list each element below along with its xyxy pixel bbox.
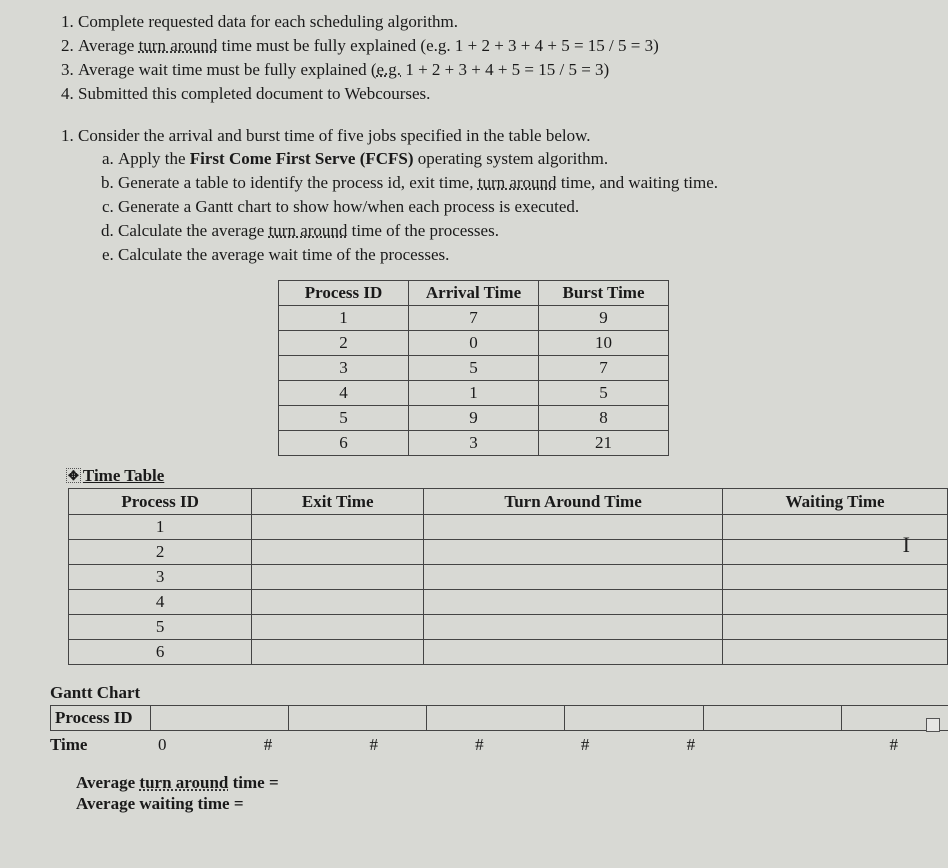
question-sub-item: Generate a Gantt chart to show how/when …: [118, 196, 898, 219]
table-row: 4: [69, 590, 948, 615]
col-header: Waiting Time: [723, 489, 948, 515]
table-header-row: Process ID Arrival Time Burst Time: [279, 281, 669, 306]
avg-turnaround: Average turn around time =: [76, 773, 898, 793]
time-val: #: [264, 735, 370, 755]
question-sub-item: Apply the First Come First Serve (FCFS) …: [118, 148, 898, 171]
time-val: #: [475, 735, 581, 755]
col-header: Arrival Time: [409, 281, 539, 306]
question-item: Consider the arrival and burst time of f…: [78, 126, 898, 267]
gantt-time-label: Time: [50, 735, 158, 755]
gantt-heading: Gantt Chart: [50, 683, 898, 703]
move-icon[interactable]: ✥: [66, 468, 81, 483]
col-header: Exit Time: [252, 489, 424, 515]
col-header: Turn Around Time: [424, 489, 723, 515]
page-content: Complete requested data for each schedul…: [0, 0, 948, 835]
resize-handle-icon[interactable]: [926, 718, 940, 732]
gantt-time-values: 0 # # # # # #: [158, 735, 898, 755]
instruction-item: Complete requested data for each schedul…: [78, 11, 898, 34]
time-val: #: [581, 735, 687, 755]
instruction-item: Submitted this completed document to Web…: [78, 83, 898, 106]
time-val: #: [792, 735, 898, 755]
table-row: 6321: [279, 431, 669, 456]
time-val: #: [687, 735, 793, 755]
time-val: #: [369, 735, 475, 755]
table-row: 3: [69, 565, 948, 590]
table-row: 415: [279, 381, 669, 406]
gantt-pid-row: Process ID: [51, 706, 948, 731]
instruction-item: Average turn around time must be fully e…: [78, 35, 898, 58]
gantt-time-row: Time 0 # # # # # #: [50, 735, 898, 755]
col-header: Process ID: [279, 281, 409, 306]
instructions-list: Complete requested data for each schedul…: [48, 11, 898, 106]
instruction-item: Average wait time must be fully explaine…: [78, 59, 898, 82]
table-row: 598: [279, 406, 669, 431]
averages-block: Average turn around time = Average waiti…: [76, 773, 898, 814]
table-row: 1: [69, 515, 948, 540]
table-row: 357: [279, 356, 669, 381]
avg-waiting: Average waiting time =: [76, 794, 898, 814]
process-table: Process ID Arrival Time Burst Time 179 2…: [278, 280, 669, 456]
question-sublist: Apply the First Come First Serve (FCFS) …: [78, 148, 898, 267]
table-row: 2010: [279, 331, 669, 356]
table-row: 6: [69, 640, 948, 665]
time-table-heading: ✥Time Table: [66, 466, 898, 486]
col-header: Process ID: [69, 489, 252, 515]
time-val: 0: [158, 735, 264, 755]
question-intro: Consider the arrival and burst time of f…: [78, 126, 591, 145]
table-row: 2: [69, 540, 948, 565]
table-row: 5: [69, 615, 948, 640]
question-sub-item: Calculate the average wait time of the p…: [118, 244, 898, 267]
gantt-pid-label: Process ID: [51, 706, 151, 731]
col-header: Burst Time: [539, 281, 669, 306]
question-sub-item: Calculate the average turn around time o…: [118, 220, 898, 243]
table-header-row: Process ID Exit Time Turn Around Time Wa…: [69, 489, 948, 515]
time-table: Process ID Exit Time Turn Around Time Wa…: [68, 488, 948, 665]
table-row: 179: [279, 306, 669, 331]
text-cursor-icon: I: [903, 532, 910, 558]
question-list: Consider the arrival and burst time of f…: [48, 126, 898, 267]
question-sub-item: Generate a table to identify the process…: [118, 172, 898, 195]
gantt-table: Process ID: [50, 705, 948, 731]
